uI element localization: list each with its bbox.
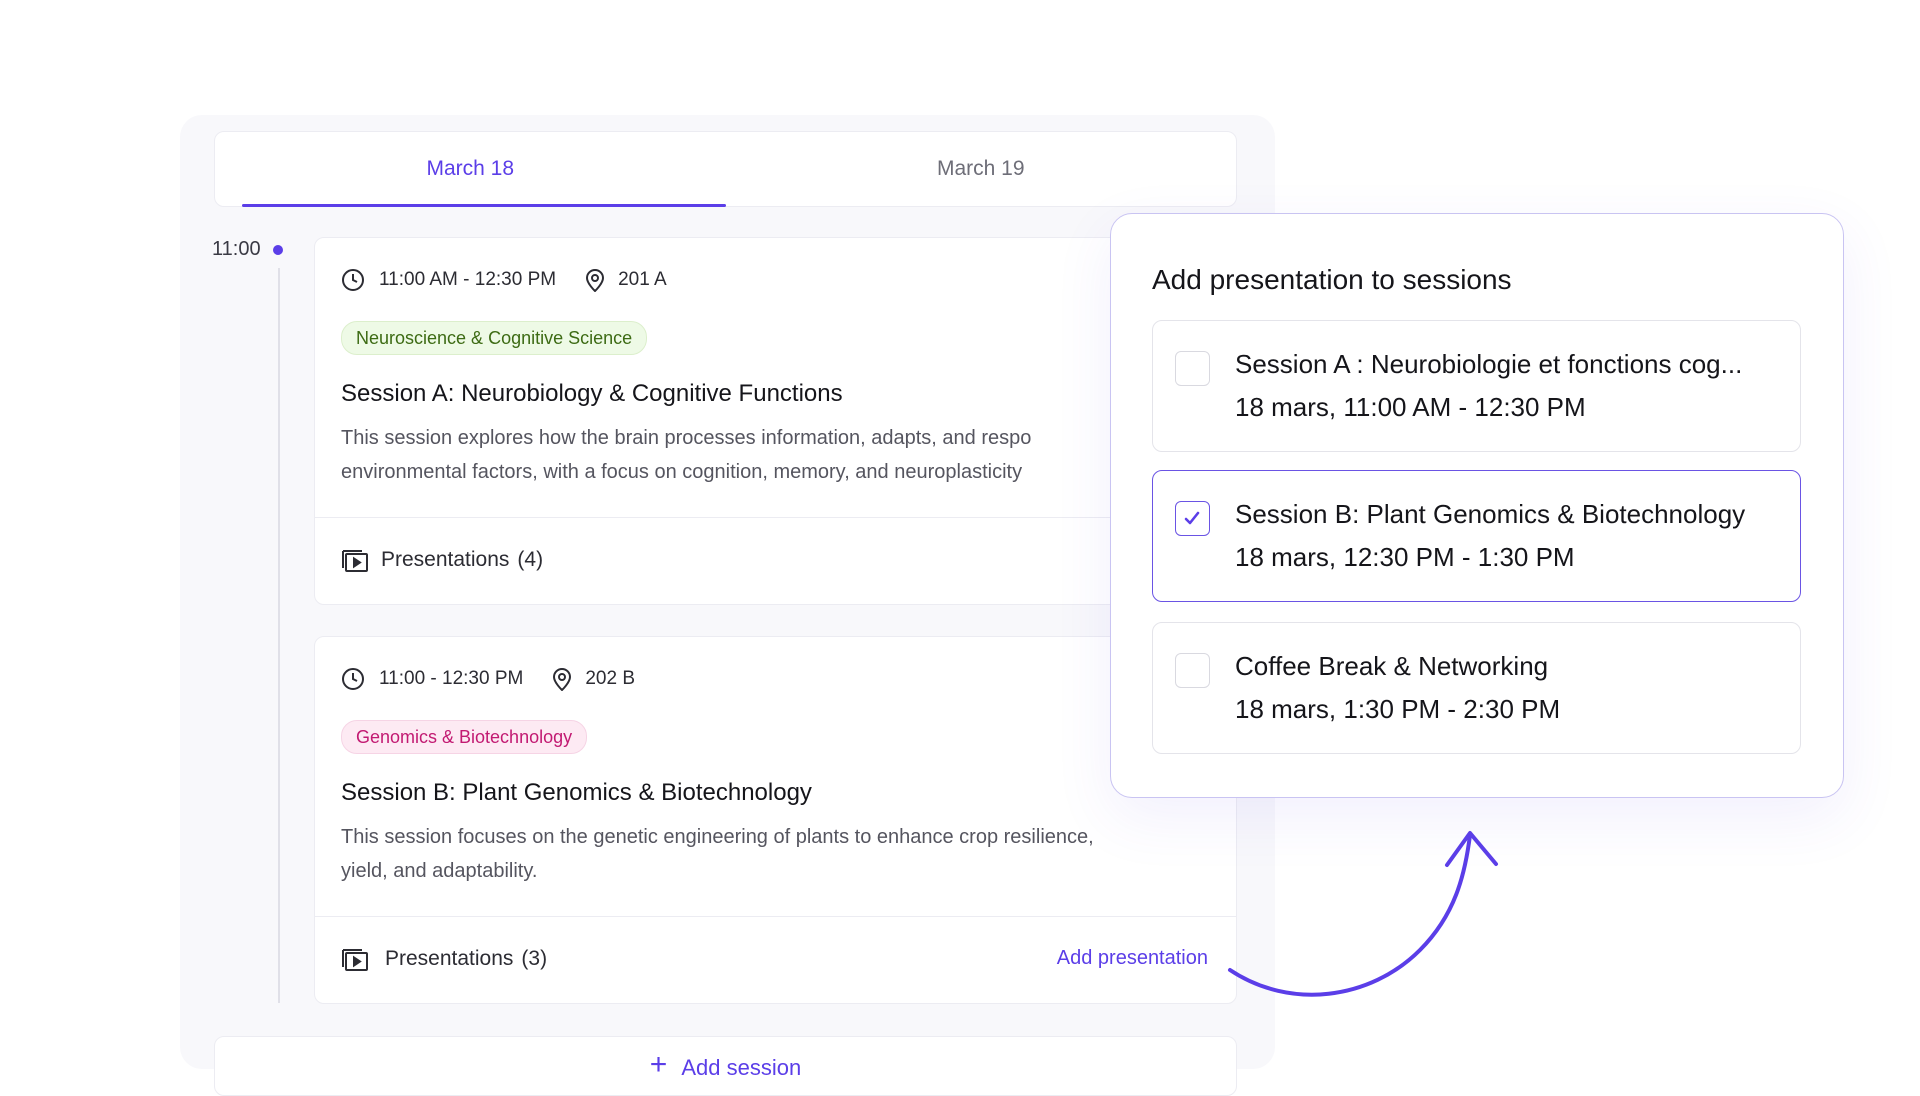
plus-icon: + (649, 1048, 668, 1081)
presentations-count[interactable]: Presentations (4) (381, 548, 543, 572)
session-meta: 11:00 AM - 12:30 PM 201 A (341, 268, 667, 292)
session-room: 201 A (618, 269, 667, 290)
session-title: Session A: Neurobiology & Cognitive Func… (341, 380, 843, 407)
session-description: This session focuses on the genetic engi… (341, 826, 1094, 882)
session-option-a[interactable]: Session A : Neurobiologie et fonctions c… (1152, 320, 1801, 452)
location-pin-icon (553, 668, 572, 691)
session-time: 11:00 AM - 12:30 PM (379, 269, 557, 290)
checkmark-icon (1184, 511, 1200, 525)
curved-arrow-icon (1228, 831, 1498, 997)
session-meta: 11:00 - 12:30 PM 202 B (341, 667, 635, 691)
add-session-label: Add session (681, 1055, 802, 1080)
option-time: 18 mars, 11:00 AM - 12:30 PM (1235, 392, 1586, 422)
session-room: 202 B (585, 668, 636, 689)
checkbox[interactable] (1175, 351, 1210, 386)
add-presentation-popup: Add presentation to sessions Session A :… (1110, 213, 1844, 798)
clock-icon (342, 668, 364, 690)
presentations-count[interactable]: Presentations (3) (385, 947, 547, 971)
session-tag: Neuroscience & Cognitive Science (341, 321, 648, 355)
tab-march-19[interactable]: March 19 (726, 132, 1237, 206)
presentation-play-icon (342, 550, 368, 572)
option-time: 18 mars, 1:30 PM - 2:30 PM (1235, 694, 1561, 724)
checkbox-checked[interactable] (1175, 501, 1210, 536)
timeline-dot (273, 245, 283, 255)
option-time: 18 mars, 12:30 PM - 1:30 PM (1235, 542, 1575, 572)
timeline-time: 11:00 (212, 238, 261, 260)
option-title: Session B: Plant Genomics & Biotechnolog… (1235, 499, 1746, 529)
location-pin-icon (586, 269, 605, 292)
date-tabs: March 18 March 19 (214, 131, 1237, 207)
session-footer: Presentations (4) (315, 517, 1236, 604)
session-description: This session explores how the brain proc… (341, 427, 1032, 483)
session-option-coffee-break[interactable]: Coffee Break & Networking 18 mars, 1:30 … (1152, 622, 1801, 754)
presentation-play-icon (342, 949, 368, 971)
add-presentation-link[interactable]: Add presentation (1057, 947, 1208, 970)
session-time: 11:00 - 12:30 PM (379, 668, 524, 689)
session-card-a[interactable]: 11:00 AM - 12:30 PM 201 A Neuroscience &… (314, 237, 1237, 605)
option-title: Session A : Neurobiologie et fonctions c… (1235, 349, 1743, 379)
session-title: Session B: Plant Genomics & Biotechnolog… (341, 779, 812, 806)
tab-march-18[interactable]: March 18 (215, 132, 726, 207)
session-option-b[interactable]: Session B: Plant Genomics & Biotechnolog… (1152, 470, 1801, 602)
session-card-b[interactable]: 11:00 - 12:30 PM 202 B Genomics & Biotec… (314, 636, 1237, 1004)
session-tag: Genomics & Biotechnology (341, 720, 588, 754)
option-title: Coffee Break & Networking (1235, 651, 1549, 681)
popup-title: Add presentation to sessions (1152, 264, 1512, 295)
clock-icon (342, 269, 364, 291)
session-footer: Presentations (3) Add presentation (315, 916, 1236, 1003)
checkbox[interactable] (1175, 653, 1210, 688)
timeline-line (278, 268, 280, 1003)
add-session-button[interactable]: + Add session (214, 1036, 1237, 1096)
